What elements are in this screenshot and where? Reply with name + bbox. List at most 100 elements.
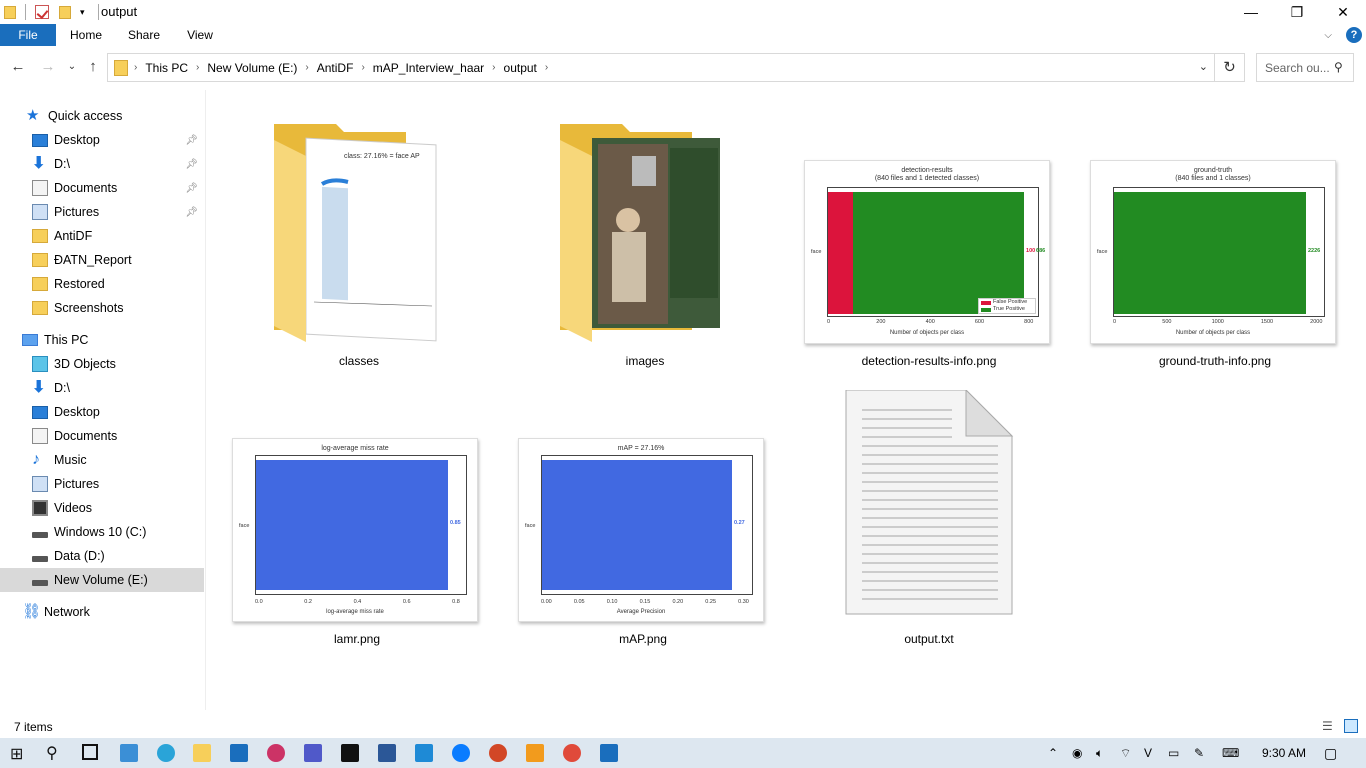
- mail-icon[interactable]: [230, 744, 248, 762]
- large-icons-view-icon[interactable]: [1344, 719, 1358, 733]
- tab-file[interactable]: File: [0, 24, 56, 46]
- pycharm-icon[interactable]: [341, 744, 359, 762]
- back-button[interactable]: ←: [8, 58, 28, 75]
- meet-now-icon[interactable]: ◉: [1072, 738, 1082, 768]
- windows-start-icon[interactable]: ⊞: [10, 744, 23, 764]
- sidebar-item-d-drive[interactable]: ⬇ D:\ 📌︎: [0, 152, 204, 176]
- file-item-detection-results-info[interactable]: detection-results (840 files and 1 detec…: [804, 160, 1054, 370]
- clock[interactable]: 9:30 AM: [1262, 738, 1306, 768]
- address-bar[interactable]: › This PC › New Volume (E:) › AntiDF › m…: [107, 53, 1245, 82]
- sidebar-item-pictures[interactable]: Pictures 📌︎: [0, 200, 204, 224]
- chevron-right-icon[interactable]: ›: [543, 62, 550, 73]
- file-item-map[interactable]: mAP = 27.16% 0.27 face 0.00 0.05 0.10 0.15 0…: [518, 438, 768, 648]
- file-item-lamr[interactable]: log-average miss rate 0.85 face 0.0 0.2 0.…: [232, 438, 482, 648]
- chevron-right-icon[interactable]: ›: [303, 62, 310, 73]
- pin-icon[interactable]: 📌︎: [185, 207, 198, 218]
- expand-ribbon-icon[interactable]: ⌵: [1324, 30, 1332, 41]
- pen-icon[interactable]: ✎: [1194, 738, 1204, 768]
- edge-icon[interactable]: [157, 744, 175, 762]
- show-hidden-icons-icon[interactable]: ⌃: [1048, 738, 1058, 768]
- sidebar-item-restored[interactable]: Restored: [0, 272, 204, 296]
- sidebar-network[interactable]: ⛓ Network: [0, 600, 204, 624]
- sidebar-item-d-downloads[interactable]: ⬇ D:\: [0, 376, 204, 400]
- chrome-icon[interactable]: [563, 744, 581, 762]
- plot-area: 100 686 False Positive True Positive: [827, 187, 1045, 317]
- crumb-output[interactable]: output: [498, 61, 543, 75]
- crumb-this-pc[interactable]: This PC: [139, 61, 194, 75]
- photos-icon[interactable]: [600, 744, 618, 762]
- pin-icon[interactable]: 📌︎: [185, 159, 198, 170]
- sidebar-quick-access[interactable]: ★ Quick access: [0, 104, 204, 128]
- drive-icon: [32, 580, 48, 586]
- sidebar-item-pictures-pc[interactable]: Pictures: [0, 472, 204, 496]
- chevron-right-icon[interactable]: ›: [359, 62, 366, 73]
- close-button[interactable]: ✕: [1320, 0, 1366, 24]
- sidebar-item-music[interactable]: ♪ Music: [0, 448, 204, 472]
- sidebar-item-screenshots[interactable]: Screenshots: [0, 296, 204, 320]
- app-icon-2[interactable]: [267, 744, 285, 762]
- sidebar-item-data-d[interactable]: Data (D:): [0, 544, 204, 568]
- minimize-button[interactable]: —: [1228, 0, 1274, 24]
- crumb-map-interview-haar[interactable]: mAP_Interview_haar: [367, 61, 490, 75]
- zalo-icon[interactable]: [452, 744, 470, 762]
- details-view-icon[interactable]: ☰: [1322, 719, 1333, 733]
- powerpoint-icon[interactable]: [489, 744, 507, 762]
- pin-icon[interactable]: 📌︎: [185, 183, 198, 194]
- refresh-button[interactable]: ↻: [1214, 54, 1244, 81]
- up-button[interactable]: ↑: [83, 58, 103, 75]
- vscode-icon[interactable]: [415, 744, 433, 762]
- sidebar-this-pc[interactable]: This PC: [0, 328, 204, 352]
- sidebar-item-desktop-pc[interactable]: Desktop: [0, 400, 204, 424]
- sidebar-item-new-volume-e[interactable]: New Volume (E:): [0, 568, 204, 592]
- sidebar-item-videos[interactable]: Videos: [0, 496, 204, 520]
- app-icon-1[interactable]: [120, 744, 138, 762]
- pictures-icon: [32, 476, 48, 492]
- wifi-icon[interactable]: ⌔: [1120, 738, 1131, 768]
- app-icon-3[interactable]: [526, 744, 544, 762]
- chevron-right-icon[interactable]: ›: [194, 62, 201, 73]
- pin-icon[interactable]: 📌︎: [185, 135, 198, 146]
- new-folder-icon[interactable]: [59, 5, 71, 19]
- tab-home[interactable]: Home: [66, 24, 106, 46]
- sidebar-item-windows-c[interactable]: Windows 10 (C:): [0, 520, 204, 544]
- file-item-output-txt[interactable]: output.txt: [832, 390, 1026, 648]
- properties-icon[interactable]: [35, 5, 49, 19]
- notifications-icon[interactable]: ▢: [1324, 738, 1337, 768]
- task-view-icon[interactable]: [82, 744, 98, 760]
- x-tick-label: 0.15: [639, 599, 651, 605]
- chart-title: log-average miss rate: [321, 445, 389, 452]
- chevron-right-icon[interactable]: ›: [132, 62, 139, 73]
- sidebar-item-datn-report[interactable]: ĐATN_Report: [0, 248, 204, 272]
- sidebar-item-antidf[interactable]: AntiDF: [0, 224, 204, 248]
- legend: False Positive True Positive: [978, 298, 1036, 314]
- forward-button[interactable]: →: [38, 58, 58, 75]
- customize-toolbar-icon[interactable]: ▾: [80, 5, 89, 19]
- tab-view[interactable]: View: [180, 24, 220, 46]
- crumb-antidf[interactable]: AntiDF: [311, 61, 360, 75]
- x-tick-label: 200: [876, 319, 886, 325]
- x-tick-label: 0.6: [402, 599, 411, 605]
- help-icon[interactable]: ?: [1346, 27, 1362, 43]
- volume-icon[interactable]: 🔈︎: [1096, 738, 1103, 768]
- tab-share[interactable]: Share: [124, 24, 164, 46]
- search-icon[interactable]: ⚲: [46, 743, 58, 763]
- sidebar-item-documents-pc[interactable]: Documents: [0, 424, 204, 448]
- teams-icon[interactable]: [304, 744, 322, 762]
- file-item-ground-truth-info[interactable]: ground-truth (840 files and 1 classes) 2…: [1090, 160, 1340, 370]
- folder-item-images[interactable]: images: [552, 120, 738, 370]
- sidebar-item-desktop[interactable]: Desktop 📌︎: [0, 128, 204, 152]
- crumb-new-volume[interactable]: New Volume (E:): [201, 61, 303, 75]
- battery-icon[interactable]: ▭: [1168, 738, 1179, 768]
- sidebar-item-3d-objects[interactable]: 3D Objects: [0, 352, 204, 376]
- recent-locations-icon[interactable]: ⌄: [62, 61, 82, 72]
- folder-item-classes[interactable]: class: 27.16% = face AP classes: [266, 120, 452, 370]
- input-icon[interactable]: V: [1144, 738, 1152, 768]
- address-dropdown-icon[interactable]: ⌄: [1199, 60, 1208, 73]
- file-name: ground-truth-info.png: [1158, 354, 1272, 368]
- word-icon[interactable]: [378, 744, 396, 762]
- restore-button[interactable]: ❐: [1274, 0, 1320, 24]
- chevron-right-icon[interactable]: ›: [490, 62, 497, 73]
- sidebar-item-documents[interactable]: Documents 📌︎: [0, 176, 204, 200]
- file-explorer-icon[interactable]: [193, 744, 211, 762]
- keyboard-icon[interactable]: ⌨: [1222, 738, 1239, 768]
